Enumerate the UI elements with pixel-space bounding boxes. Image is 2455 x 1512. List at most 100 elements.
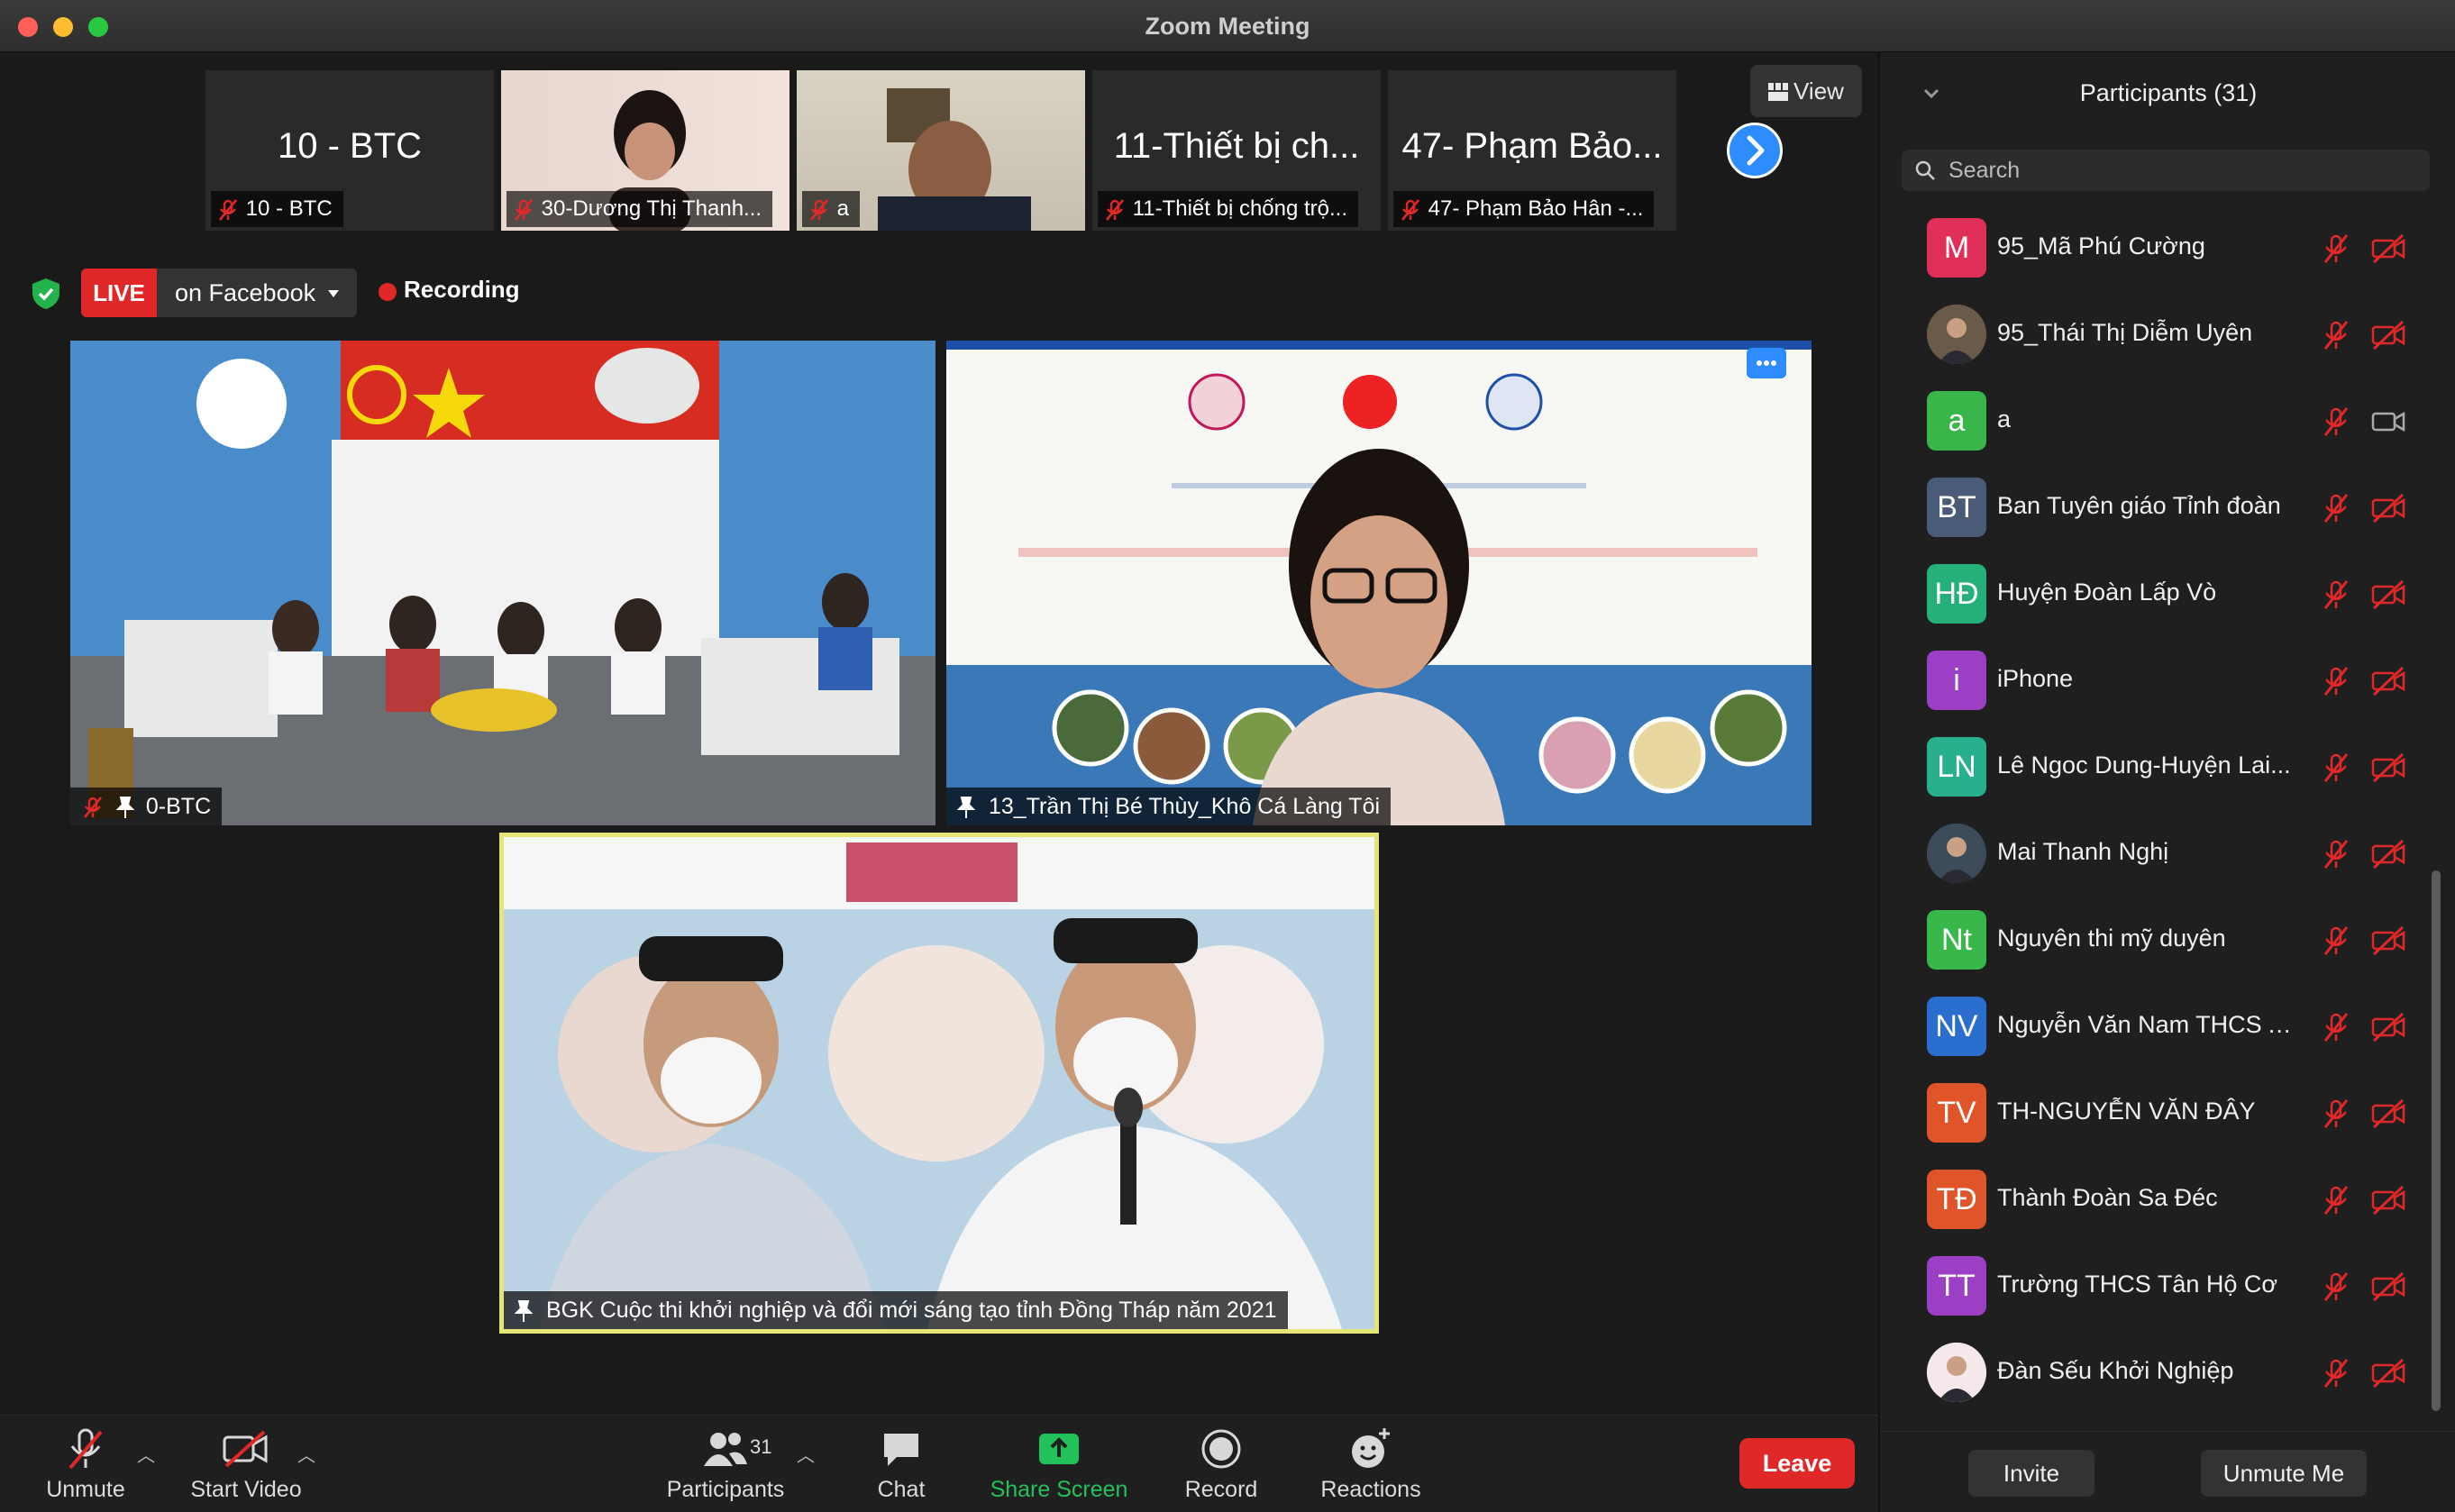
reactions-button[interactable]: Reactions [1312,1416,1429,1512]
participant-list-scrollbar[interactable] [2432,870,2441,1411]
camera-off-icon [2370,1011,2406,1048]
recording-status: Recording [404,276,520,303]
thumbnail-caption-text: 47- Phạm Bảo Hân -... [1428,196,1644,221]
search-input[interactable] [1948,150,2417,191]
security-shield-icon[interactable] [31,278,61,310]
tile-caption-text: BGK Cuộc thi khởi nghiệp và đổi mới sáng… [545,1298,1277,1323]
thumbnail-name: 10 - BTC [277,126,423,166]
thumbnail-caption: 30-Dương Thị Thanh... [507,191,773,227]
camera-off-icon [2370,578,2406,615]
participant-row[interactable]: Đàn Sếu Khởi Nghiệp [1880,1330,2455,1416]
mic-muted-icon [2320,925,2352,961]
participant-row[interactable]: aa [1880,378,2455,465]
participant-row[interactable]: M 95_Mã Phú Cường [1880,205,2455,292]
chat-bubble-icon [884,1434,918,1466]
thumbnail-tile[interactable]: 10 - BTC 10 - BTC [205,70,494,231]
thumbnail-tile[interactable]: a [797,70,1085,231]
unmute-me-button[interactable]: Unmute Me [2201,1450,2367,1497]
live-badge[interactable]: LIVE [81,269,157,317]
conference-scene [70,341,935,825]
participant-row[interactable]: TĐ Thành Đoàn Sa Đéc [1880,1157,2455,1243]
participant-name: Thành Đoàn Sa Đéc [1997,1184,2218,1211]
thumbnail-caption-text: a [836,196,850,221]
avatar: M [1927,218,1986,278]
camera-off-icon [2370,1357,2406,1394]
participant-name: 95_Mã Phú Cường [1997,232,2205,260]
panel-footer: Invite Unmute Me [1880,1431,2455,1512]
smiley-plus-icon [1352,1428,1390,1468]
record-button[interactable]: Record [1172,1416,1271,1512]
judges-scene [504,837,1374,1329]
thumbnail-name: 47- Phạm Bảo... [1401,126,1663,166]
participant-name: iPhone [1997,665,2074,692]
thumbnail-caption-text: 30-Dương Thị Thanh... [541,196,762,221]
participant-name: Ban Tuyên giáo Tỉnh đoàn [1997,492,2281,519]
chat-button[interactable]: Chat [856,1416,946,1512]
participant-row[interactable]: TV TH-NGUYỄN VĂN ĐÂY [1880,1070,2455,1157]
recording-dot-icon [379,283,397,301]
mic-muted-icon [2320,1184,2352,1221]
avatar: BT [1927,478,1986,537]
leave-button[interactable]: Leave [1739,1438,1855,1489]
video-options-caret[interactable]: ︿ [297,1441,315,1467]
view-button[interactable]: View [1750,65,1862,117]
camera-off-icon [2370,232,2406,269]
participant-row[interactable]: NV Nguyễn Văn Nam THCS A... [1880,984,2455,1070]
mic-muted-icon [514,198,534,221]
thumbnail-tile[interactable]: 30-Dương Thị Thanh... [501,70,789,231]
participant-row[interactable]: 95_Thái Thị Diễm Uyên [1880,292,2455,378]
next-page-button[interactable] [1727,123,1783,178]
video-tile-left[interactable]: 0-BTC [70,341,935,825]
live-destination-dropdown[interactable]: on Facebook [157,269,357,317]
tile-caption: BGK Cuộc thi khởi nghiệp và đổi mới sáng… [504,1291,1288,1329]
video-tile-right[interactable]: 13_Trần Thị Bé Thùy_Khô Cá Làng Tôi [946,341,1812,825]
mic-muted-icon [2320,665,2352,702]
participant-row[interactable]: i iPhone [1880,638,2455,724]
participant-row[interactable]: HĐ Huyện Đoàn Lấp Vò [1880,551,2455,638]
thumbnail-caption: 47- Phạm Bảo Hân -... [1393,191,1655,227]
panel-title: Participants (31) [2079,79,2258,106]
participants-options-caret[interactable]: ︿ [797,1441,815,1467]
audio-options-caret[interactable]: ︿ [137,1441,155,1467]
start-video-button[interactable]: Start Video [180,1416,312,1512]
more-options-button[interactable] [1747,348,1786,378]
camera-off-icon [2370,925,2406,961]
participants-label: Participants [666,1477,785,1502]
mic-muted-icon [2320,838,2352,875]
participants-count: 31 [750,1435,772,1458]
window-title: Zoom Meeting [1145,13,1310,40]
mic-muted-icon [2320,232,2352,269]
unmute-button[interactable]: Unmute [36,1416,135,1512]
participant-row[interactable]: Nt Nguyên thi mỹ duyên [1880,897,2455,984]
participant-row[interactable]: LN Lê Ngoc Dung-Huyện Lai... [1880,724,2455,811]
thumbnail-tile[interactable]: 11-Thiết bị ch... 11-Thiết bị chống trộ.… [1092,70,1381,231]
participant-row[interactable]: BT Ban Tuyên giáo Tỉnh đoàn [1880,465,2455,551]
meeting-toolbar: Unmute ︿ Start Video ︿ 31 Participants ︿… [0,1415,1878,1512]
mic-muted-icon [2320,751,2352,788]
participant-row[interactable]: TT Trường THCS Tân Hộ Cơ [1880,1243,2455,1330]
mic-muted-icon [2320,1098,2352,1134]
share-screen-button[interactable]: Share Screen [982,1416,1136,1512]
mic-muted-icon [2320,1357,2352,1394]
avatar: Nt [1927,910,1986,970]
participant-row[interactable]: Mai Thanh Nghị [1880,811,2455,897]
participant-name: Mai Thanh Nghị [1997,838,2169,865]
presenter-scene [946,341,1812,825]
participant-name: Đàn Sếu Khởi Nghiệp [1997,1357,2234,1384]
thumbnail-tile[interactable]: 47- Phạm Bảo... 47- Phạm Bảo Hân -... [1388,70,1676,231]
participants-button[interactable]: 31 Participants [658,1416,793,1512]
tile-caption-text: 0-BTC [145,794,212,819]
chevron-right-icon [1747,135,1765,166]
camera-off-icon [2370,1098,2406,1134]
avatar: NV [1927,997,1986,1056]
video-tile-active-speaker[interactable]: BGK Cuộc thi khởi nghiệp và đổi mới sáng… [499,833,1379,1334]
start-video-label: Start Video [190,1477,302,1502]
camera-off-icon [223,1430,268,1468]
tile-caption: 0-BTC [70,788,223,825]
invite-button[interactable]: Invite [1968,1450,2095,1497]
participant-name: Nguyên thi mỹ duyên [1997,925,2226,952]
search-box[interactable] [1902,150,2430,191]
mic-muted-icon [83,797,103,819]
participants-icon [704,1433,747,1466]
record-label: Record [1184,1477,1258,1502]
